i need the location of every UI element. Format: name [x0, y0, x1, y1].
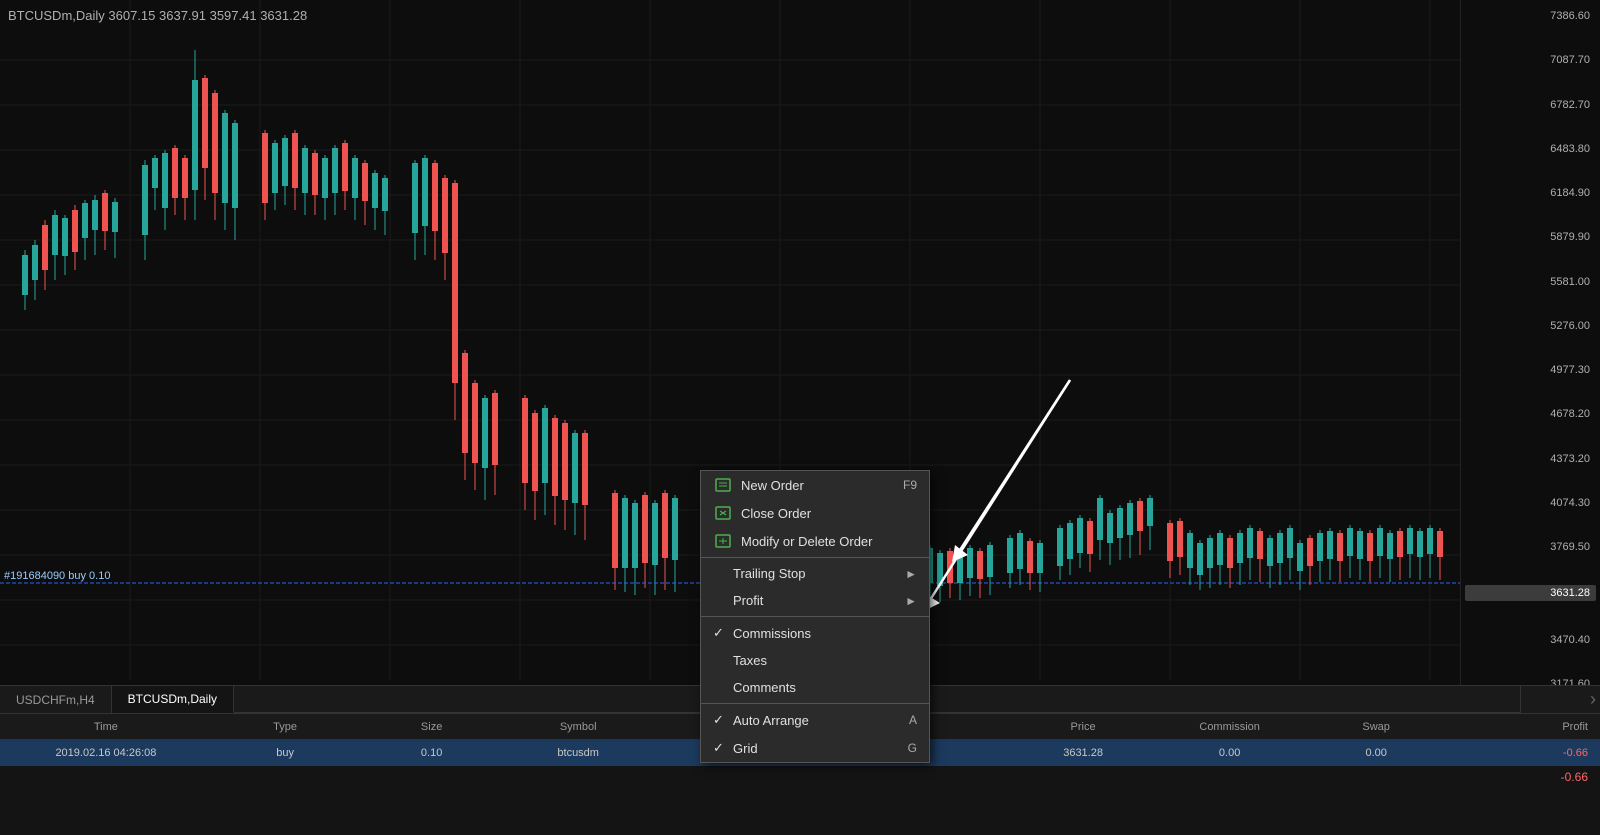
new-order-label: New Order	[741, 478, 804, 493]
menu-divider-2	[701, 616, 929, 617]
grid-shortcut: G	[908, 741, 917, 755]
commissions-check: ✓	[713, 625, 729, 641]
current-price-label: 3631.28	[1465, 585, 1596, 601]
row-commission: 0.00	[1156, 747, 1303, 759]
row-swap: 0.00	[1303, 747, 1450, 759]
menu-item-comments[interactable]: Comments	[701, 674, 929, 701]
trailing-stop-arrow: ►	[905, 567, 917, 581]
comments-check	[713, 680, 729, 695]
menu-item-trailing-stop[interactable]: Trailing Stop ►	[701, 560, 929, 587]
taxes-check	[713, 653, 729, 668]
price-3770: 3769.50	[1465, 541, 1596, 553]
price-6783: 6782.70	[1465, 99, 1596, 111]
auto-arrange-label: Auto Arrange	[733, 713, 809, 728]
price-3470: 3470.40	[1465, 634, 1596, 646]
trailing-stop-check	[713, 566, 729, 581]
trailing-stop-label: Trailing Stop	[733, 566, 806, 581]
menu-item-auto-arrange[interactable]: ✓ Auto Arrange A	[701, 706, 929, 734]
comments-label: Comments	[733, 680, 796, 695]
menu-item-commissions[interactable]: ✓ Commissions	[701, 619, 929, 647]
price-axis: 7386.60 7087.70 6782.70 6483.80 6184.90 …	[1460, 0, 1600, 700]
menu-item-taxes[interactable]: Taxes	[701, 647, 929, 674]
price-7088: 7087.70	[1465, 54, 1596, 66]
price-4678: 4678.20	[1465, 408, 1596, 420]
col-profit: Profit	[1449, 721, 1600, 733]
menu-divider-3	[701, 703, 929, 704]
price-4373: 4373.20	[1465, 453, 1596, 465]
row-price-current: 3631.28	[1010, 747, 1157, 759]
footer-profit: -0.66	[1561, 770, 1588, 784]
new-order-icon	[713, 477, 733, 493]
col-time: Time	[0, 721, 212, 733]
row-size: 0.10	[358, 747, 505, 759]
profit-arrow: ►	[905, 594, 917, 608]
new-order-shortcut: F9	[903, 478, 917, 492]
price-5276: 5276.00	[1465, 320, 1596, 332]
price-4074: 4074.30	[1465, 497, 1596, 509]
modify-order-label: Modify or Delete Order	[741, 534, 873, 549]
tab-usdchf[interactable]: USDCHFm,H4	[0, 686, 112, 713]
price-6185: 6184.90	[1465, 187, 1596, 199]
menu-item-grid[interactable]: ✓ Grid G	[701, 734, 929, 762]
grid-check: ✓	[713, 740, 729, 756]
col-price-current: Price	[1010, 721, 1157, 733]
profit-check	[713, 593, 729, 608]
row-type: buy	[212, 747, 359, 759]
auto-arrange-check: ✓	[713, 712, 729, 728]
menu-item-close-order[interactable]: Close Order	[701, 499, 929, 527]
chart-title: BTCUSDm,Daily 3607.15 3637.91 3597.41 36…	[8, 8, 307, 23]
commissions-label: Commissions	[733, 626, 811, 641]
price-5880: 5879.90	[1465, 231, 1596, 243]
price-7387: 7386.60	[1465, 10, 1596, 22]
close-order-label: Close Order	[741, 506, 811, 521]
price-4977: 4977.30	[1465, 364, 1596, 376]
auto-arrange-shortcut: A	[909, 713, 917, 727]
col-swap: Swap	[1303, 721, 1450, 733]
menu-item-new-order[interactable]: New Order F9	[701, 471, 929, 499]
col-symbol: Symbol	[505, 721, 652, 733]
close-order-icon	[713, 505, 733, 521]
row-symbol: btcusdm	[505, 747, 652, 759]
taxes-label: Taxes	[733, 653, 767, 668]
profit-label: Profit	[733, 593, 763, 608]
price-6484: 6483.80	[1465, 143, 1596, 155]
trade-label: #191684090 buy 0.10	[4, 570, 110, 582]
grid-label: Grid	[733, 741, 758, 756]
scroll-right-icon[interactable]: ›	[1590, 689, 1596, 710]
col-commission: Commission	[1156, 721, 1303, 733]
col-size: Size	[358, 721, 505, 733]
col-type: Type	[212, 721, 359, 733]
menu-divider-1	[701, 557, 929, 558]
menu-item-profit[interactable]: Profit ►	[701, 587, 929, 614]
row-time: 2019.02.16 04:26:08	[0, 747, 212, 759]
price-5581: 5581.00	[1465, 276, 1596, 288]
modify-order-icon	[713, 533, 733, 549]
row-profit: -0.66	[1449, 747, 1600, 759]
menu-item-modify-order[interactable]: Modify or Delete Order	[701, 527, 929, 555]
tab-btcusd[interactable]: BTCUSDm,Daily	[112, 686, 234, 713]
context-menu: New Order F9 Close Order Modify or Delet…	[700, 470, 930, 763]
